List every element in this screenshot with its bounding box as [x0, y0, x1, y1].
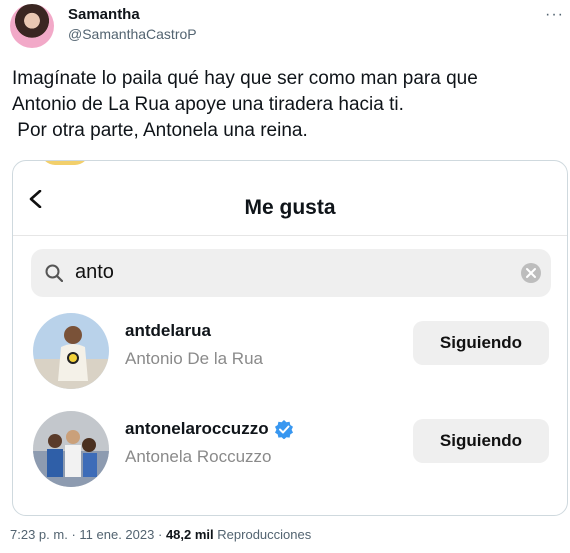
user-full-name: Antonio De la Rua: [125, 349, 263, 368]
more-options-icon[interactable]: ···: [545, 6, 564, 24]
meta-separator: ·: [71, 527, 76, 542]
user-full-name: Antonela Roccuzzo: [125, 447, 272, 466]
tweet-time[interactable]: 7:23 p. m.: [10, 527, 68, 542]
clear-search-icon[interactable]: [521, 263, 541, 283]
following-button[interactable]: Siguiendo: [413, 321, 549, 365]
tweet-text: Imagínate lo paila qué hay que ser como …: [12, 68, 478, 141]
author-handle[interactable]: @SamanthaCastroP: [68, 26, 197, 42]
header-divider: [13, 235, 567, 236]
meta-separator: ·: [157, 527, 163, 542]
user-row[interactable]: antonelaroccuzzo Antonela Roccuzzo Sigui…: [13, 405, 567, 487]
username[interactable]: antdelarua: [125, 321, 211, 341]
search-icon: [45, 264, 63, 282]
attached-screenshot[interactable]: Me gusta anto antdelarua Antonio De la R…: [12, 160, 568, 516]
username[interactable]: antonelaroccuzzo: [125, 419, 269, 439]
user-row[interactable]: antdelarua Antonio De la Rua Siguiendo: [13, 307, 567, 389]
verified-badge-icon: [275, 420, 293, 439]
views-label[interactable]: Reproducciones: [217, 527, 311, 542]
views-count: 48,2 mil: [165, 527, 214, 542]
screen-header: Me gusta: [13, 161, 567, 235]
tweet-date[interactable]: 11 ene. 2023: [79, 527, 154, 542]
search-bar[interactable]: anto: [31, 249, 551, 297]
search-input[interactable]: anto: [75, 261, 114, 284]
tweet-metadata: 7:23 p. m. · 11 ene. 2023 · 48,2 mil Rep…: [10, 527, 311, 542]
author-name[interactable]: Samantha: [68, 6, 140, 23]
user-avatar[interactable]: [33, 411, 109, 487]
following-button[interactable]: Siguiendo: [413, 419, 549, 463]
user-avatar[interactable]: [33, 313, 109, 389]
screen-title: Me gusta: [244, 196, 336, 219]
author-avatar[interactable]: [10, 4, 54, 48]
